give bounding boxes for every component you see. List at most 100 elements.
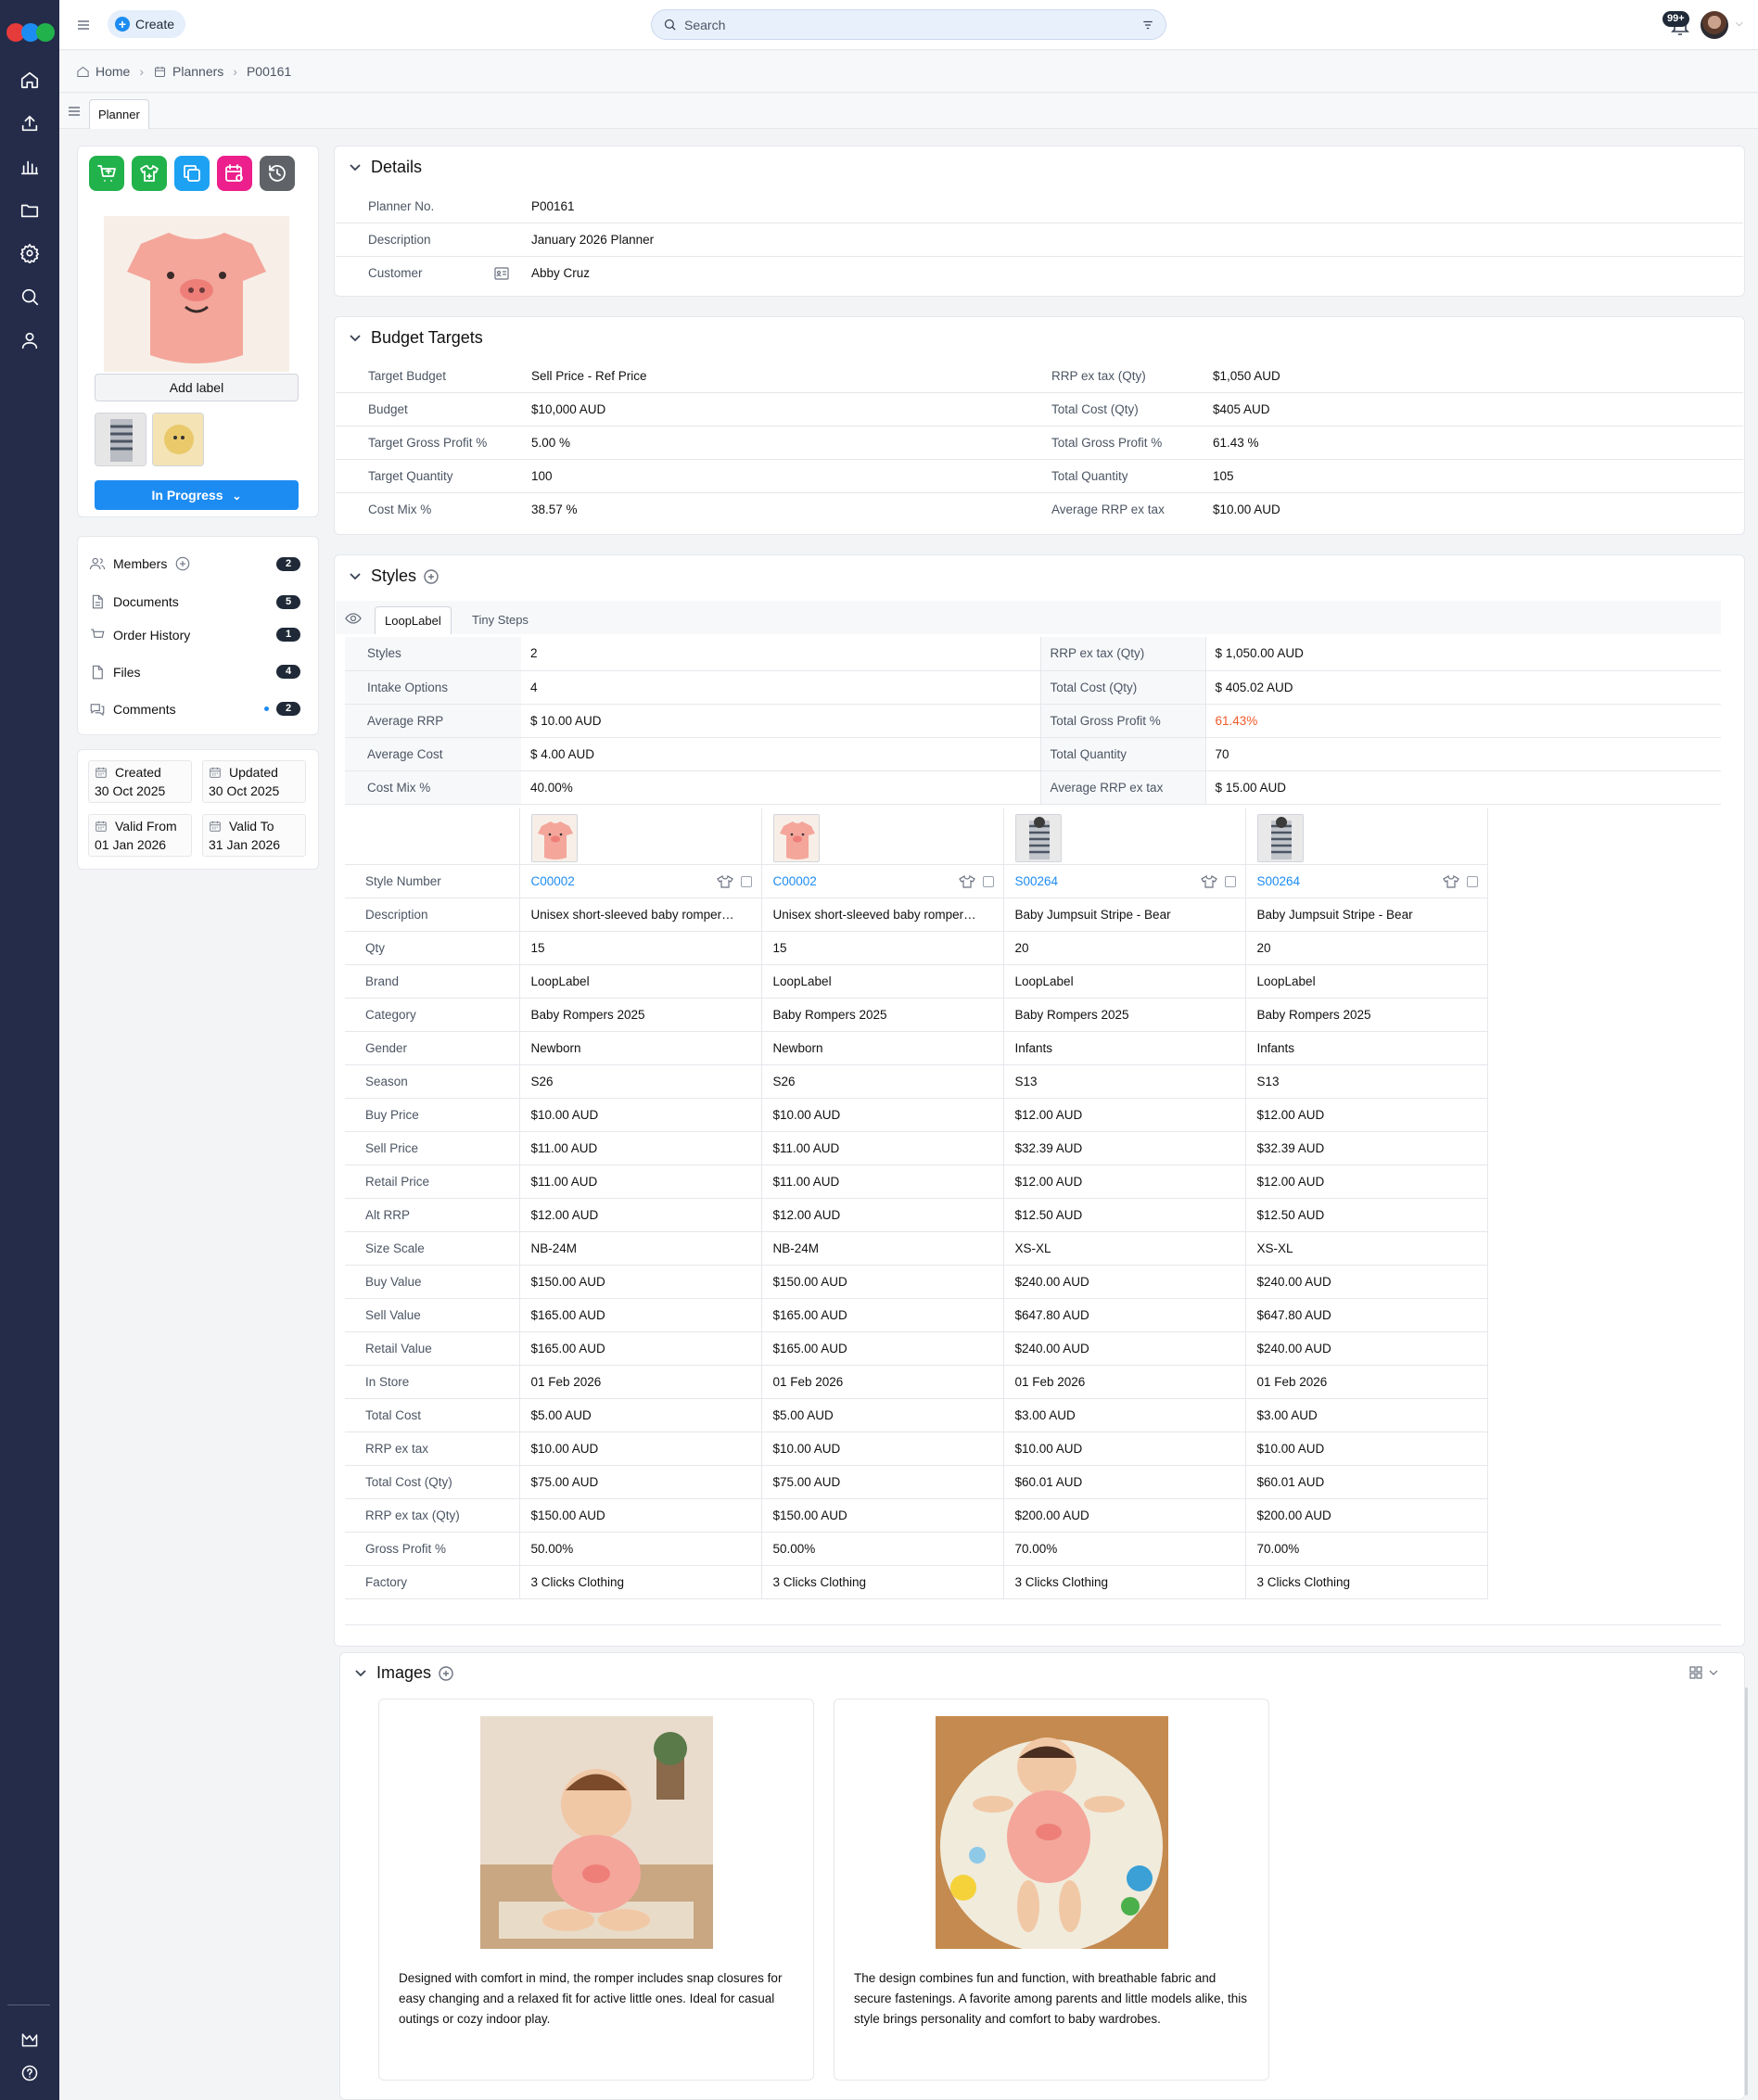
image-card[interactable]: Designed with comfort in mind, the rompe…: [378, 1699, 814, 2081]
valid-to-date[interactable]: Valid To 31 Jan 2026: [202, 814, 306, 857]
attribute-value[interactable]: S13: [1244, 1063, 1488, 1099]
attribute-value[interactable]: $11.00 AUD: [518, 1164, 762, 1199]
style-swatch[interactable]: [772, 813, 820, 862]
list-menu-icon[interactable]: [67, 104, 82, 119]
attribute-value[interactable]: LoopLabel: [1244, 963, 1488, 999]
chevron-down-icon[interactable]: ⌵: [1736, 19, 1743, 29]
attribute-value[interactable]: $11.00 AUD: [518, 1130, 762, 1165]
budget-value[interactable]: 5.00 %: [531, 436, 570, 450]
attribute-value[interactable]: $150.00 AUD: [518, 1264, 762, 1299]
attribute-value[interactable]: $150.00 AUD: [760, 1497, 1004, 1533]
attribute-value[interactable]: LoopLabel: [760, 963, 1004, 999]
attribute-value[interactable]: Baby Jumpsuit Stripe - Bear: [1002, 897, 1246, 932]
home-icon[interactable]: [0, 65, 59, 95]
attribute-value[interactable]: 50.00%: [518, 1531, 762, 1566]
select-checkbox[interactable]: [740, 875, 752, 887]
add-to-cart-button[interactable]: [89, 156, 124, 191]
attribute-value[interactable]: $5.00 AUD: [760, 1397, 1004, 1432]
attribute-value[interactable]: $60.01 AUD: [1244, 1464, 1488, 1499]
attribute-value[interactable]: S26: [760, 1063, 1004, 1099]
tab-planner[interactable]: Planner: [89, 99, 149, 129]
order-history-link[interactable]: Order History: [89, 626, 190, 644]
attribute-value[interactable]: Baby Rompers 2025: [760, 997, 1004, 1032]
attribute-value[interactable]: NB-24M: [760, 1230, 1004, 1266]
attribute-value[interactable]: $12.00 AUD: [760, 1197, 1004, 1232]
attribute-value[interactable]: $165.00 AUD: [760, 1330, 1004, 1366]
images-header[interactable]: Images: [354, 1663, 453, 1683]
attribute-value[interactable]: $165.00 AUD: [518, 1330, 762, 1366]
scrollbar[interactable]: [1745, 1687, 1748, 2095]
add-image-icon[interactable]: [439, 1665, 453, 1681]
attribute-value[interactable]: Infants: [1002, 1030, 1246, 1065]
analytics-icon[interactable]: [0, 152, 59, 182]
add-member-icon[interactable]: [174, 555, 191, 572]
attribute-value[interactable]: $12.50 AUD: [1002, 1197, 1246, 1232]
history-button[interactable]: [260, 156, 295, 191]
add-label-button[interactable]: Add label: [95, 374, 299, 401]
attribute-value[interactable]: $60.01 AUD: [1002, 1464, 1246, 1499]
attribute-value[interactable]: Baby Jumpsuit Stripe - Bear: [1244, 897, 1488, 932]
attribute-value[interactable]: $12.00 AUD: [1002, 1164, 1246, 1199]
breadcrumb-home[interactable]: Home: [96, 64, 130, 79]
product-image[interactable]: [104, 216, 289, 372]
attribute-value[interactable]: Baby Rompers 2025: [1244, 997, 1488, 1032]
valid-from-date[interactable]: Valid From 01 Jan 2026: [88, 814, 192, 857]
image-card[interactable]: The design combines fun and function, wi…: [834, 1699, 1269, 2081]
attribute-value[interactable]: XS-XL: [1002, 1230, 1246, 1266]
attribute-value[interactable]: $165.00 AUD: [518, 1297, 762, 1332]
customer-value[interactable]: Abby Cruz: [531, 266, 590, 280]
attribute-value[interactable]: $10.00 AUD: [518, 1097, 762, 1132]
tab-tiny-steps[interactable]: Tiny Steps: [472, 606, 529, 634]
attribute-value[interactable]: $12.00 AUD: [1002, 1097, 1246, 1132]
help-icon[interactable]: [0, 2058, 59, 2088]
details-header[interactable]: Details: [349, 158, 422, 177]
breadcrumb-planners[interactable]: Planners: [172, 64, 223, 79]
search-input[interactable]: Search: [651, 9, 1166, 40]
attribute-value[interactable]: 3 Clicks Clothing: [1002, 1564, 1246, 1599]
select-checkbox[interactable]: [1224, 875, 1236, 887]
reports-icon[interactable]: [0, 2025, 59, 2055]
attribute-value[interactable]: $32.39 AUD: [1244, 1130, 1488, 1165]
attribute-value[interactable]: $12.00 AUD: [518, 1197, 762, 1232]
attribute-value[interactable]: 15: [518, 930, 762, 965]
attribute-value[interactable]: $12.00 AUD: [1244, 1164, 1488, 1199]
budget-value[interactable]: 100: [531, 469, 553, 483]
attribute-value[interactable]: 50.00%: [760, 1531, 1004, 1566]
attribute-value[interactable]: $12.00 AUD: [1244, 1097, 1488, 1132]
attribute-value[interactable]: Baby Rompers 2025: [1002, 997, 1246, 1032]
attribute-value[interactable]: 01 Feb 2026: [518, 1364, 762, 1399]
baby-lying-photo[interactable]: [936, 1716, 1168, 1949]
tab-looplabel[interactable]: LoopLabel: [375, 606, 452, 634]
attribute-value[interactable]: $11.00 AUD: [760, 1130, 1004, 1165]
attribute-value[interactable]: $5.00 AUD: [518, 1397, 762, 1432]
attribute-value[interactable]: $647.80 AUD: [1002, 1297, 1246, 1332]
style-number-link[interactable]: C00002: [773, 874, 817, 888]
attribute-value[interactable]: $150.00 AUD: [518, 1497, 762, 1533]
attribute-value[interactable]: Baby Rompers 2025: [518, 997, 762, 1032]
thumbnail-stripe[interactable]: [95, 413, 146, 466]
attribute-value[interactable]: 15: [760, 930, 1004, 965]
shirt-icon[interactable]: [958, 874, 975, 888]
attribute-value[interactable]: 3 Clicks Clothing: [518, 1564, 762, 1599]
attribute-value[interactable]: $75.00 AUD: [760, 1464, 1004, 1499]
attribute-value[interactable]: Newborn: [518, 1030, 762, 1065]
attribute-value[interactable]: 3 Clicks Clothing: [1244, 1564, 1488, 1599]
attribute-value[interactable]: $240.00 AUD: [1244, 1330, 1488, 1366]
budget-value[interactable]: $10,000 AUD: [531, 402, 605, 416]
members-link[interactable]: Members: [89, 554, 198, 573]
user-avatar[interactable]: [1701, 11, 1728, 39]
attribute-value[interactable]: XS-XL: [1244, 1230, 1488, 1266]
folder-icon[interactable]: [0, 196, 59, 225]
attribute-value[interactable]: Infants: [1244, 1030, 1488, 1065]
budget-value[interactable]: Sell Price - Ref Price: [531, 369, 647, 383]
attribute-value[interactable]: 01 Feb 2026: [760, 1364, 1004, 1399]
add-style-button[interactable]: [132, 156, 167, 191]
attribute-value[interactable]: $150.00 AUD: [760, 1264, 1004, 1299]
attribute-value[interactable]: Unisex short-sleeved baby romper…: [518, 897, 762, 932]
attribute-value[interactable]: $10.00 AUD: [760, 1097, 1004, 1132]
search-nav-icon[interactable]: [0, 282, 59, 312]
attribute-value[interactable]: $165.00 AUD: [760, 1297, 1004, 1332]
style-swatch[interactable]: [1014, 813, 1062, 862]
thumbnail-yellow[interactable]: [152, 413, 204, 466]
comments-link[interactable]: Comments: [89, 700, 176, 719]
